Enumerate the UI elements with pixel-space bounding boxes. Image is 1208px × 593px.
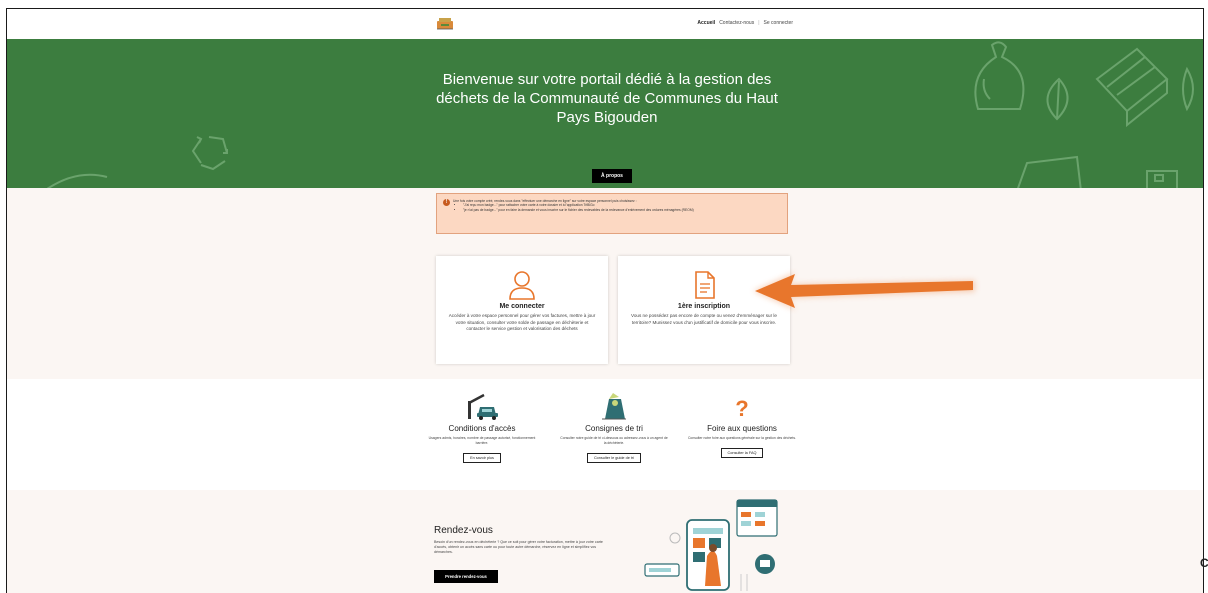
nav-link-contact[interactable]: Contactez-nous (719, 20, 754, 26)
document-icon (695, 271, 715, 299)
feature-faq: ? Foire aux questions Consulter notre fo… (681, 393, 803, 459)
top-navigation-bar: Accueil Contactez-nous | Se connecter (7, 9, 1203, 39)
learn-more-button[interactable]: En savoir plus (463, 452, 501, 463)
feature-faq-description: Consulter notre foire aux questions géné… (687, 436, 796, 440)
feature-sorting: Consignes de tri Consulter notre guide d… (553, 393, 675, 464)
question-mark-icon: ? (735, 396, 749, 421)
trash-bag-doodle-icon (974, 41, 1025, 110)
curve-doodle-icon (47, 173, 108, 188)
login-card[interactable]: Me connecter Accéder à votre espace pers… (436, 256, 608, 364)
main-nav: Accueil Contactez-nous | Se connecter (697, 20, 793, 26)
appointment-title: Rendez-vous (434, 525, 493, 536)
info-alert: ! Une fois votre compte créé, rendez-vou… (436, 193, 788, 234)
nav-link-accueil[interactable]: Accueil (697, 20, 715, 26)
browser-page: Accueil Contactez-nous | Se connecter Bi… (6, 8, 1204, 593)
phone-booking-illustration (644, 499, 778, 591)
hero-banner: Bienvenue sur votre portail dédié à la g… (7, 39, 1203, 188)
nav-link-login[interactable]: Se connecter (764, 20, 793, 26)
user-icon (509, 271, 535, 300)
hero-title: Bienvenue sur votre portail dédié à la g… (436, 71, 778, 126)
barrier-car-icon (468, 393, 498, 420)
feature-faq-title: Foire aux questions (707, 424, 777, 433)
sorting-guide-button[interactable]: Consulter le guide de tri (586, 452, 642, 463)
site-logo[interactable] (435, 15, 455, 31)
boxes-doodle-icon (1017, 155, 1178, 188)
login-card-description: Accéder à votre espace personnel pour gé… (448, 313, 596, 331)
alert-message: Une fois votre compte créé, rendez-vous … (453, 199, 783, 212)
feature-access-description: Usagers admis, horaires, nombre de passa… (428, 436, 536, 445)
signup-card-description: Vous ne possédez pas encore de compte ou… (631, 313, 777, 325)
book-appointment-button[interactable]: Prendre rendez-vous (434, 570, 498, 583)
feature-access-title: Conditions d'accès (448, 424, 516, 433)
login-card-title: Me connecter (499, 303, 545, 310)
floating-widget-icon[interactable]: C (1200, 556, 1208, 570)
sorting-bin-icon (602, 393, 626, 420)
feature-access: Conditions d'accès Usagers admis, horair… (421, 393, 543, 464)
nav-separator: | (758, 20, 760, 26)
appointment-section: Rendez-vous Besoin d'un rendez-vous en d… (7, 490, 1203, 593)
warning-icon: ! (443, 199, 450, 206)
appointment-description: Besoin d'un rendez-vous en déchèterie ? … (434, 540, 603, 554)
feature-sorting-description: Consulter notre guide de tri ci-dessous … (560, 436, 668, 445)
faq-button[interactable]: Consulter la FAQ (720, 447, 764, 458)
feature-sorting-title: Consignes de tri (585, 424, 643, 433)
features-section: Conditions d'accès Usagers admis, horair… (7, 379, 1203, 490)
highlight-arrow-icon (753, 272, 975, 310)
alert-list: "J'ai reçu mon badge..." pour rattacher … (453, 203, 783, 212)
pallet-doodle-icon (1095, 47, 1194, 128)
alert-item: "je n'ai pas de badge..." pour en faire … (463, 208, 783, 212)
about-button[interactable]: À propos (592, 169, 632, 183)
recycle-doodle-icon (191, 136, 228, 171)
